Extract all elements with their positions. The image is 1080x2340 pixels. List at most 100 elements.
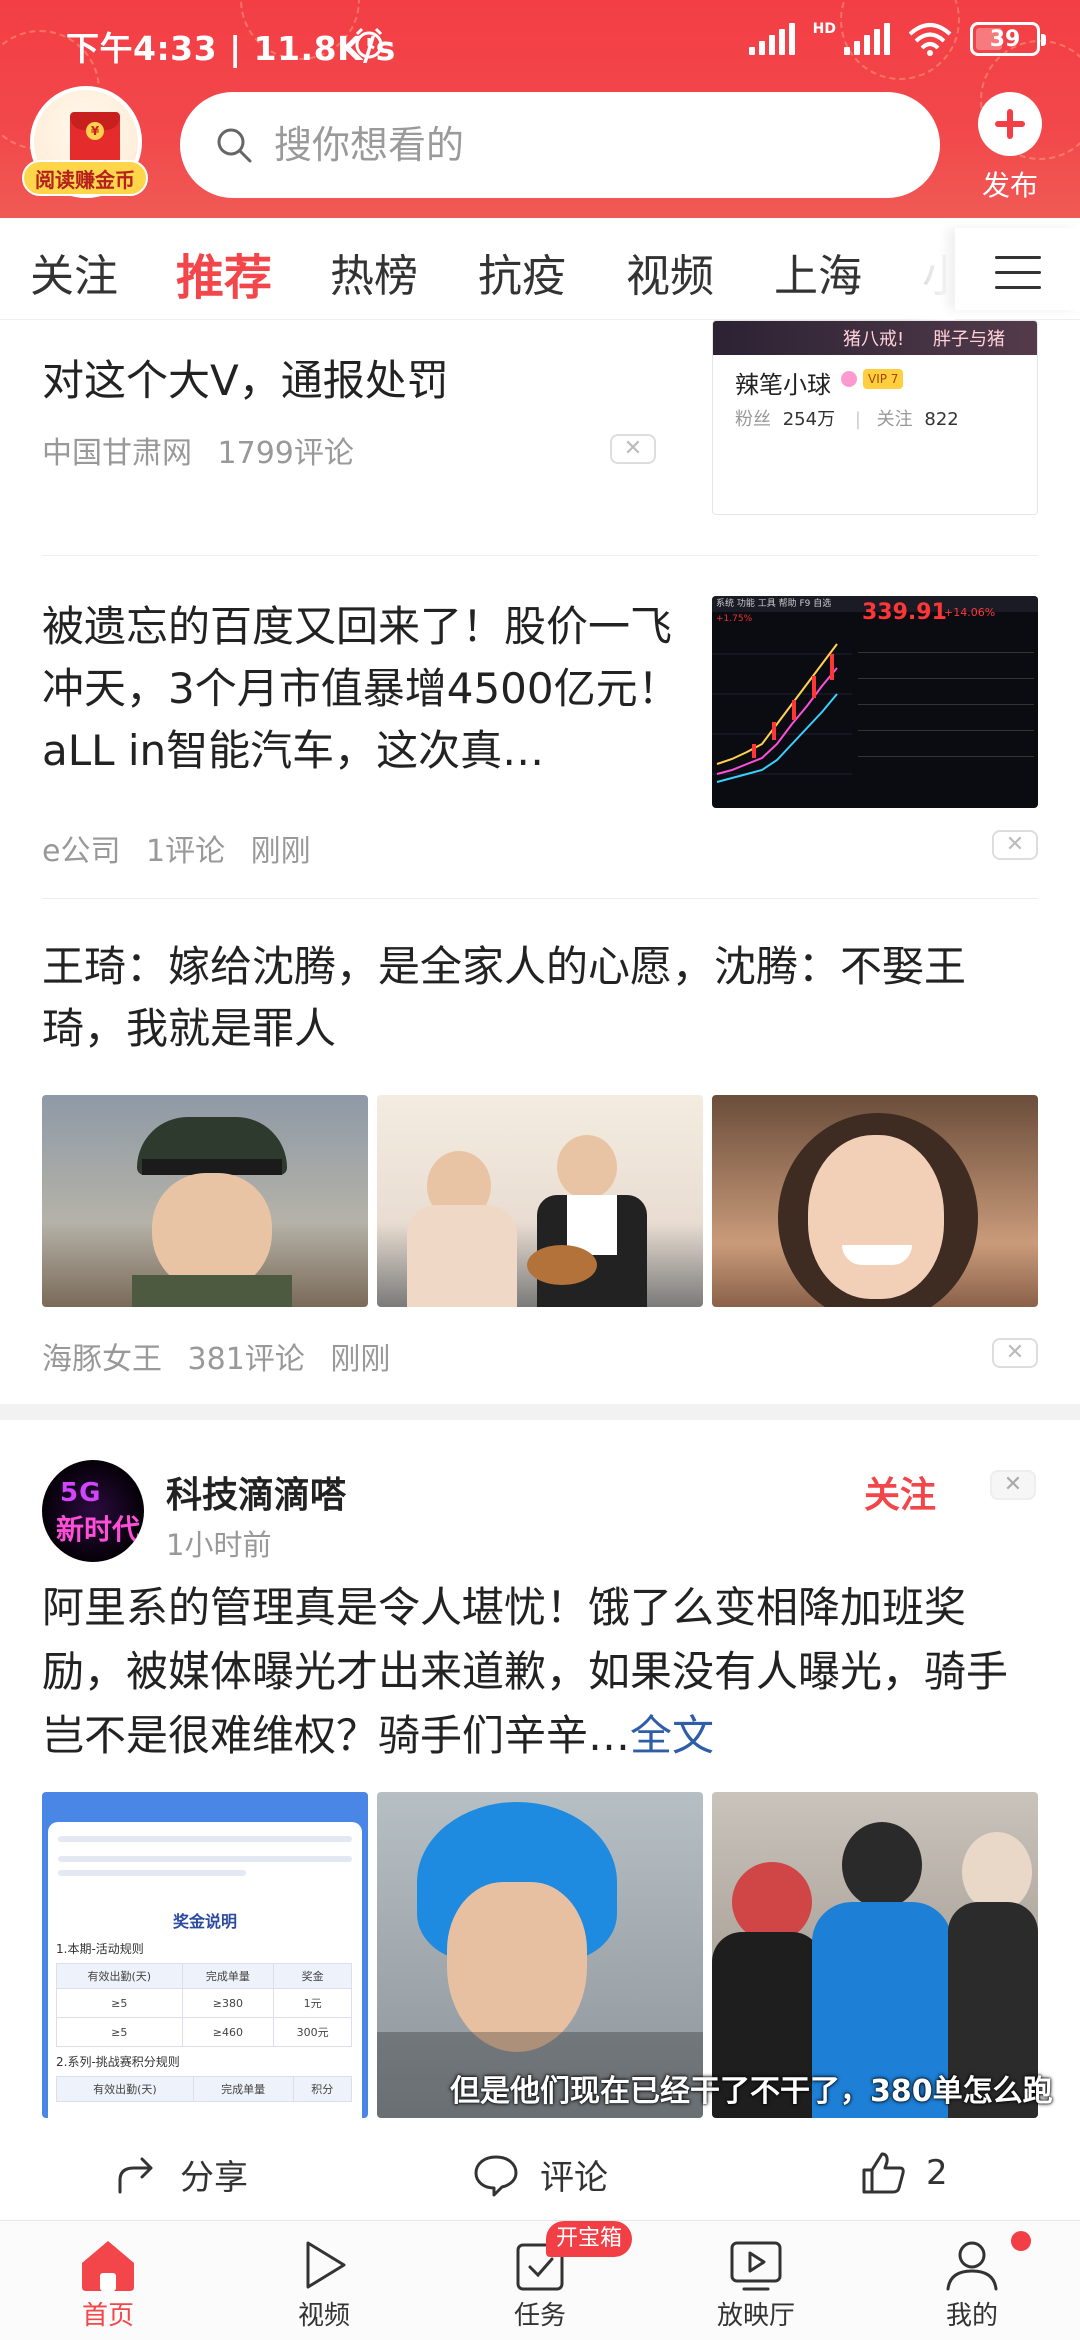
search-icon xyxy=(217,128,252,163)
tab-hot[interactable]: 热榜 xyxy=(330,240,418,304)
nav-home[interactable]: 首页 xyxy=(38,2237,178,2332)
article-source: e公司 xyxy=(42,834,121,869)
article-thumbnail: 猪八戒! 胖子与猪 辣笔小球 VIP 7 粉丝 254万 | 关注 822 xyxy=(712,320,1038,515)
dismiss-button[interactable]: ✕ xyxy=(990,1470,1036,1500)
nav-video[interactable]: 视频 xyxy=(254,2237,394,2332)
dismiss-button[interactable]: ✕ xyxy=(610,434,656,464)
tab-epidemic[interactable]: 抗疫 xyxy=(478,240,566,304)
fans-label: 粉丝 xyxy=(735,409,771,430)
thumb-hk-change: +1.75% xyxy=(716,614,753,624)
nav-theater[interactable]: 放映厅 xyxy=(686,2237,826,2332)
share-icon xyxy=(118,2157,153,2193)
stock-line-icon xyxy=(712,643,852,783)
header: 下午4:33 | 11.8K/s HD 39 ¥ 阅读赚金币 搜你想看的 发布 xyxy=(0,0,1080,218)
article-comments: 1评论 xyxy=(146,834,226,869)
screen-icon xyxy=(726,2237,786,2293)
follow-count: 822 xyxy=(924,409,959,430)
section-separator xyxy=(0,1404,1080,1420)
article-source: 中国甘肃网 xyxy=(42,436,192,471)
share-button[interactable]: 分享 xyxy=(114,2150,248,2199)
tab-video[interactable]: 视频 xyxy=(626,240,714,304)
battery-icon: 39 xyxy=(970,22,1046,56)
article-image xyxy=(42,1095,368,1307)
nav-me[interactable]: 我的 xyxy=(902,2237,1042,2332)
search-input[interactable] xyxy=(274,123,894,167)
search-bar[interactable] xyxy=(180,92,940,198)
article-image xyxy=(377,1095,703,1307)
thumb-change: +14.06% xyxy=(944,606,996,619)
article-item[interactable]: 王琦：嫁给沈腾，是全家人的心愿，沈腾：不娶王琦，我就是罪人 xyxy=(42,936,1038,1060)
treasure-badge[interactable]: 开宝箱 xyxy=(546,2221,633,2257)
channel-menu-button[interactable] xyxy=(955,228,1080,310)
thumb-price: 339.91 xyxy=(862,600,947,625)
channel-tabs: 关注 推荐 热榜 抗疫 视频 上海 小 xyxy=(0,218,1080,320)
video-subtitle: 但是他们现在已经干了不干了，380单怎么跑 xyxy=(450,2074,1053,2109)
article-title: 被遗忘的百度又回来了！股价一飞冲天，3个月市值暴增4500亿元！aLL in智能… xyxy=(42,602,680,775)
follow-label: 关注 xyxy=(876,409,913,430)
nav-label: 放映厅 xyxy=(716,2301,795,2331)
avatar-text: 5G xyxy=(60,1478,102,1508)
image-rule-1: 1.本期-活动规则 xyxy=(56,1942,144,1956)
thumbs-up-icon xyxy=(862,2152,905,2194)
read-earn-badge: 阅读赚金币 xyxy=(22,160,148,196)
tab-shanghai[interactable]: 上海 xyxy=(774,240,862,304)
article-image xyxy=(712,1095,1038,1307)
status-time: 下午4:33 | 11.8K/s xyxy=(66,29,396,68)
post-body: 阿里系的管理真是令人堪忧！饿了么变相降加班奖励，被媒体曝光才出来道歉，如果没有人… xyxy=(42,1583,1009,1760)
home-icon xyxy=(78,2237,138,2293)
thumb-text: 胖子与猪 xyxy=(933,329,1005,350)
article-time: 刚刚 xyxy=(250,834,311,869)
share-label: 分享 xyxy=(180,2158,248,2198)
author-name[interactable]: 科技滴滴嗒 xyxy=(166,1466,346,1518)
publish-button[interactable]: 发布 xyxy=(970,92,1050,204)
dismiss-button[interactable]: ✕ xyxy=(992,830,1038,860)
score-table: 有效出勤(天) 完成单量 积分 xyxy=(56,2076,353,2102)
nav-label: 任务 xyxy=(513,2301,566,2331)
tab-follow[interactable]: 关注 xyxy=(30,240,118,304)
comment-button[interactable]: 评论 xyxy=(472,2150,608,2199)
image-section-title: 奖金说明 xyxy=(172,1912,237,1931)
article-time: 刚刚 xyxy=(330,1342,391,1377)
post-time: 1小时前 xyxy=(166,1528,272,1562)
image-rule-2: 2.系列-挑战赛积分规则 xyxy=(56,2055,180,2069)
article-comments: 1799评论 xyxy=(217,436,354,471)
signal-icon xyxy=(748,23,795,55)
nav-label: 首页 xyxy=(81,2301,134,2331)
comment-icon xyxy=(474,2155,518,2196)
avatar-text: 新时代 xyxy=(56,1513,141,1546)
menu-icon xyxy=(995,256,1041,290)
bonus-table: 有效出勤(天) 完成单量 奖金 ≥5 ≥380 1元 ≥5 ≥460 300元 xyxy=(56,1963,352,2047)
article-title: 对这个大V，通报处罚 xyxy=(42,356,449,405)
nav-label: 我的 xyxy=(945,2301,998,2331)
post-image[interactable]: 奖金说明 1.本期-活动规则 有效出勤(天) 完成单量 奖金 ≥5 ≥380 1… xyxy=(42,1792,368,2118)
thumb-text: 猪八戒! xyxy=(843,329,905,350)
post-text: 阿里系的管理真是令人堪忧！饿了么变相降加班奖励，被媒体曝光才出来道歉，如果没有人… xyxy=(42,1576,1042,1768)
comment-label: 评论 xyxy=(540,2158,608,2198)
status-bar: 下午4:33 | 11.8K/s HD 39 xyxy=(0,0,1080,90)
full-text-link[interactable]: 全文 xyxy=(630,1711,714,1760)
article-comments: 381评论 xyxy=(187,1342,305,1377)
article-meta: 中国甘肃网 1799评论 xyxy=(42,428,370,472)
dismiss-button[interactable]: ✕ xyxy=(992,1338,1038,1368)
article-item[interactable]: 被遗忘的百度又回来了！股价一飞冲天，3个月市值暴增4500亿元！aLL in智能… xyxy=(42,596,682,782)
article-title: 王琦：嫁给沈腾，是全家人的心愿，沈腾：不娶王琦，我就是罪人 xyxy=(42,942,967,1053)
nav-label: 视频 xyxy=(297,2301,350,2331)
article-meta: 海豚女王 381评论 刚刚 xyxy=(42,1334,406,1378)
like-button[interactable]: 2 xyxy=(860,2150,948,2196)
fans-count: 254万 xyxy=(782,409,836,430)
hd-label: HD xyxy=(812,21,836,37)
follow-button[interactable]: 关注 xyxy=(864,1466,936,1518)
play-icon xyxy=(294,2237,354,2293)
stock-chart-thumbnail: 系统 功能 工具 帮助 F9 自选 +1.75% 339.91 +14.06% xyxy=(712,596,1038,808)
read-earn-entry[interactable]: ¥ 阅读赚金币 xyxy=(22,86,152,204)
verified-icon xyxy=(841,371,857,387)
signal-icon-2 xyxy=(844,23,890,55)
tab-recommend[interactable]: 推荐 xyxy=(176,238,272,308)
thumb-profile-name: 辣笔小球 xyxy=(735,371,831,399)
article-source: 海豚女王 xyxy=(42,1342,162,1377)
author-avatar[interactable]: 5G 新时代 xyxy=(42,1460,144,1562)
plus-icon xyxy=(978,92,1042,156)
battery-level: 39 xyxy=(989,26,1021,52)
article-item[interactable]: 对这个大V，通报处罚 xyxy=(42,350,662,412)
notification-dot xyxy=(1011,2231,1031,2251)
